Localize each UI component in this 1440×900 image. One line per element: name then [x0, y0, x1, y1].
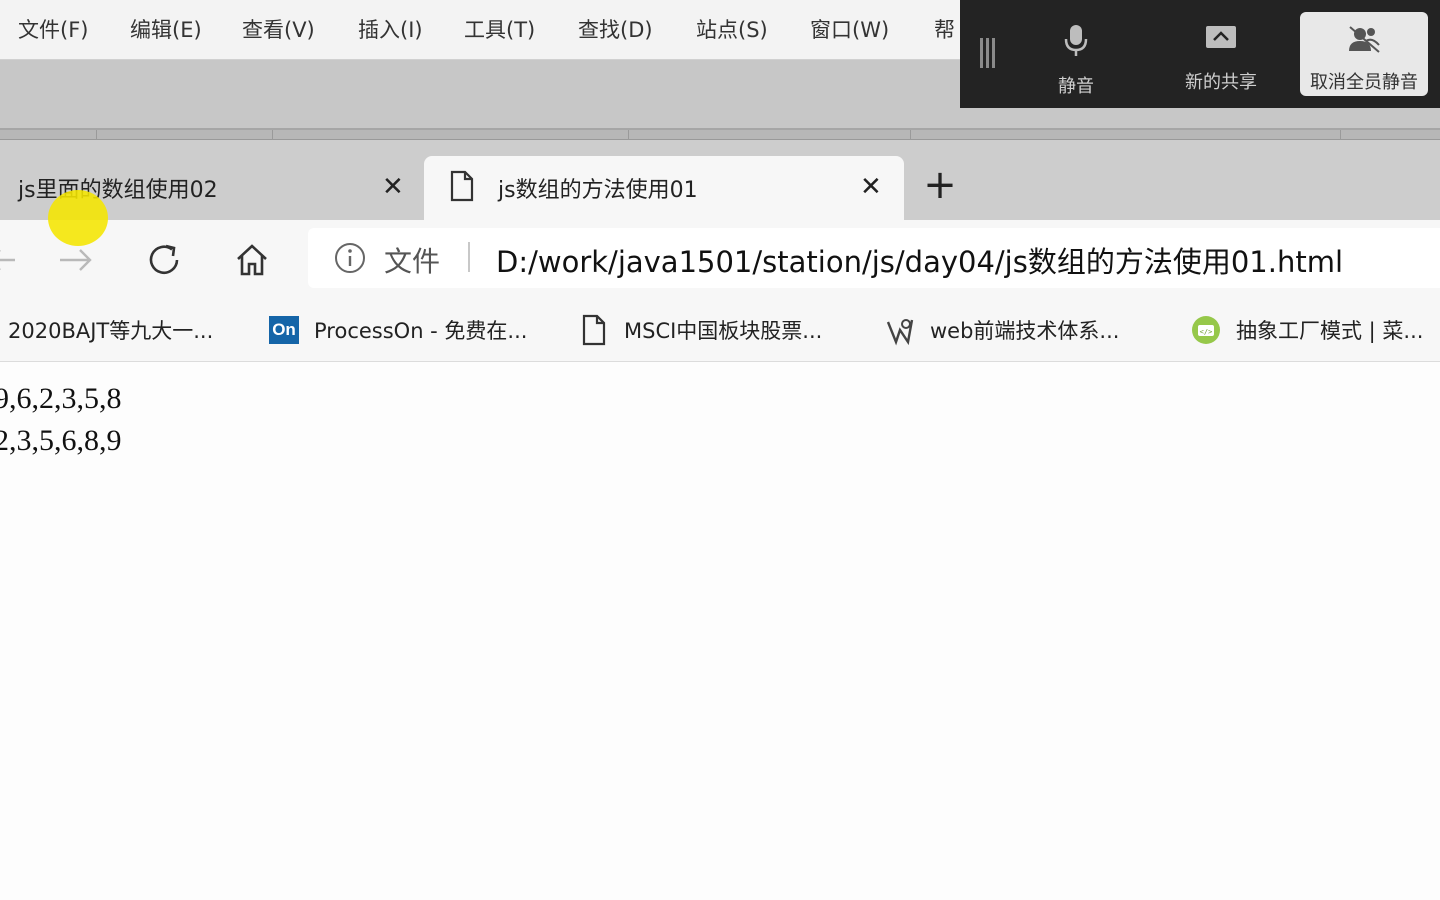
ruler-tick: [1340, 130, 1341, 140]
menu-edit[interactable]: 编辑(E): [130, 14, 202, 44]
ruler-tick: [628, 130, 629, 140]
tab-array-methods-01[interactable]: js数组的方法使用01 ✕: [424, 156, 904, 220]
menu-help[interactable]: 帮: [934, 14, 955, 44]
page-icon: [450, 170, 474, 208]
address-bar[interactable]: 文件 D:/work/java1501/station/js/day04/js数…: [308, 228, 1440, 288]
url-text[interactable]: D:/work/java1501/station/js/day04/js数组的方…: [496, 239, 1343, 281]
new-tab-button[interactable]: +: [920, 163, 960, 209]
bookmark-label: 抽象工厂模式 | 菜...: [1236, 319, 1424, 343]
unmute-all-button[interactable]: 取消全员静音: [1300, 12, 1428, 96]
output-line-sorted: 2,3,5,6,8,9: [0, 424, 122, 457]
home-button[interactable]: [230, 238, 274, 282]
ruler-tick: [96, 130, 97, 140]
close-icon[interactable]: ✕: [860, 173, 882, 201]
refresh-button[interactable]: [142, 238, 186, 282]
menu-insert[interactable]: 插入(I): [358, 14, 423, 44]
tab-title: js里面的数组使用02: [18, 178, 218, 203]
bookmark-item[interactable]: 2020BAJT等九大一...: [8, 310, 213, 350]
bookmark-label: web前端技术体系...: [930, 319, 1120, 343]
ruler-tick: [910, 130, 911, 140]
bookmark-item[interactable]: </> 抽象工厂模式 | 菜...: [1190, 310, 1423, 350]
menu-window[interactable]: 窗口(W): [810, 14, 889, 44]
protocol-label: 文件: [384, 245, 441, 278]
mute-participants-icon: [1346, 24, 1382, 58]
menu-view[interactable]: 查看(V): [242, 14, 315, 44]
bookmarks-bar: 2020BAJT等九大一... On ProcessOn - 免费在... MS…: [0, 300, 1440, 362]
microphone-icon: [1064, 24, 1088, 62]
menu-find[interactable]: 查找(D): [578, 14, 653, 44]
page-icon: [578, 314, 610, 346]
runoob-icon: </>: [1190, 314, 1222, 346]
screen-share-icon: [1204, 24, 1238, 58]
address-separator: [468, 242, 470, 272]
bookmark-label: MSCI中国板块股票...: [624, 319, 823, 343]
editor-ruler: [0, 128, 1440, 140]
menu-site[interactable]: 站点(S): [696, 14, 768, 44]
bookmark-item[interactable]: web前端技术体系...: [884, 310, 1119, 350]
mute-label: 静音: [1058, 76, 1094, 97]
new-share-button[interactable]: 新的共享: [1176, 12, 1266, 96]
drag-handle[interactable]: [980, 38, 1000, 68]
cursor-highlight: [48, 190, 108, 246]
svg-text:</>: </>: [1200, 328, 1213, 336]
page-content: 9,6,2,3,5,8 2,3,5,6,8,9: [0, 362, 1440, 900]
bookmark-item[interactable]: MSCI中国板块股票...: [578, 310, 822, 350]
new-share-label: 新的共享: [1185, 72, 1257, 93]
browser-navbar: 文件 D:/work/java1501/station/js/day04/js数…: [0, 220, 1440, 300]
processon-logo-text: On: [269, 316, 299, 344]
bookmark-label: 2020BAJT等九大一...: [8, 319, 214, 343]
bookmark-item[interactable]: On ProcessOn - 免费在...: [268, 310, 527, 350]
menu-file[interactable]: 文件(F): [18, 14, 88, 44]
browser-tab-bar: js里面的数组使用02 ✕ js数组的方法使用01 ✕: [0, 140, 1440, 220]
tab-title: js数组的方法使用01: [498, 178, 698, 203]
bookmark-label: ProcessOn - 免费在...: [314, 319, 528, 343]
close-icon[interactable]: ✕: [382, 173, 404, 201]
back-button[interactable]: [0, 238, 24, 282]
processon-logo-icon: On: [268, 314, 300, 346]
mute-button[interactable]: 静音: [1048, 12, 1104, 97]
ruler-tick: [272, 130, 273, 140]
site-icon: [884, 314, 916, 346]
menu-tools[interactable]: 工具(T): [464, 14, 535, 44]
info-icon[interactable]: [334, 242, 366, 278]
unmute-all-label: 取消全员静音: [1310, 72, 1418, 93]
meeting-control-bar: 静音 新的共享 取消全员静音: [960, 0, 1440, 108]
output-line-original: 9,6,2,3,5,8: [0, 382, 122, 415]
